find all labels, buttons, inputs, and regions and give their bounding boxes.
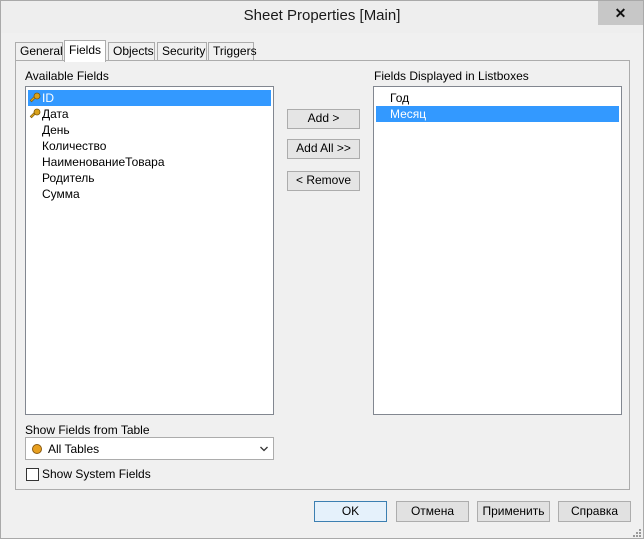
sheet-properties-dialog: Sheet Properties [Main] ✕ General Fields… (0, 0, 644, 539)
chevron-down-icon (260, 446, 268, 452)
available-fields-list[interactable]: ID Дата День Количество НаименованиеТова… (25, 86, 274, 415)
table-select[interactable]: All Tables (25, 437, 274, 460)
list-item[interactable]: Дата (28, 106, 271, 122)
title-bar: Sheet Properties [Main] ✕ (1, 1, 643, 33)
close-button[interactable]: ✕ (598, 1, 643, 25)
tab-fields[interactable]: Fields (64, 40, 106, 62)
list-item[interactable]: Количество (28, 138, 271, 154)
list-item-label: Дата (42, 107, 69, 121)
list-item-label: Сумма (42, 187, 80, 201)
list-item[interactable]: Год (376, 90, 619, 106)
list-item[interactable]: НаименованиеТовара (28, 154, 271, 170)
list-item[interactable]: Сумма (28, 186, 271, 202)
list-item[interactable]: ID (28, 90, 271, 106)
displayed-fields-label: Fields Displayed in Listboxes (374, 69, 529, 83)
list-item[interactable]: Месяц (376, 106, 619, 122)
system-fields-label: Show System Fields (42, 467, 151, 481)
tab-general[interactable]: General (15, 42, 63, 61)
remove-button[interactable]: < Remove (287, 171, 360, 191)
tab-triggers[interactable]: Triggers (208, 42, 257, 61)
list-item-label: НаименованиеТовара (42, 155, 165, 169)
table-dot-icon (32, 444, 42, 454)
tab-objects[interactable]: Objects (108, 42, 155, 61)
list-item-label: Год (390, 91, 410, 105)
add-button[interactable]: Add > (287, 109, 360, 129)
key-icon (29, 108, 41, 119)
show-fields-label: Show Fields from Table (25, 423, 150, 437)
list-item-label: Месяц (390, 107, 427, 121)
add-all-button[interactable]: Add All >> (287, 139, 360, 159)
list-item[interactable]: Родитель (28, 170, 271, 186)
ok-button[interactable]: OK (314, 501, 387, 522)
list-item-label: День (42, 123, 70, 137)
help-button[interactable]: Справка (558, 501, 631, 522)
fields-tab-panel: Available Fields ID Дата День Количество… (15, 60, 630, 490)
tab-security[interactable]: Security (157, 42, 207, 61)
available-fields-label: Available Fields (25, 69, 109, 83)
system-fields-checkbox[interactable] (26, 468, 39, 481)
key-icon (29, 92, 41, 103)
list-item-label: Родитель (42, 171, 95, 185)
cancel-button[interactable]: Отмена (396, 501, 469, 522)
window-title: Sheet Properties [Main] (243, 7, 401, 24)
list-item-label: ID (42, 91, 54, 105)
displayed-fields-list[interactable]: Год Месяц (373, 86, 622, 415)
resize-grip-icon[interactable] (631, 527, 641, 537)
apply-button[interactable]: Применить (477, 501, 550, 522)
list-item[interactable]: День (28, 122, 271, 138)
list-item-label: Количество (42, 139, 107, 153)
table-select-value: All Tables (48, 442, 100, 456)
